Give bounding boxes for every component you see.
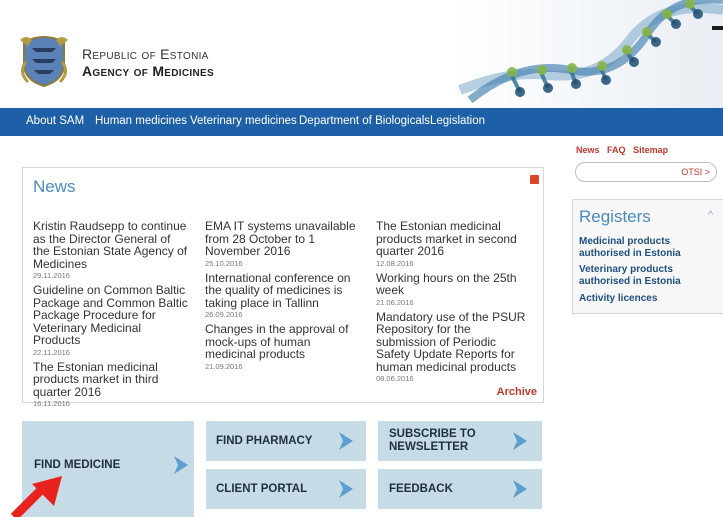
utility-links: News FAQ Sitemap [576,145,673,155]
news-date: 26.09.2016 [205,310,243,319]
find-pharmacy-label: FIND PHARMACY [216,435,313,447]
news-item[interactable]: Changes in the approval of mock-ups of h… [205,323,361,371]
news-item[interactable]: Guideline on Common Baltic Package and C… [33,284,189,357]
site-header: Republic of Estonia Agency of Medicines [0,0,723,108]
news-item[interactable]: Kristin Raudsepp to continue as the Dire… [33,220,189,280]
news-date: 16.11.2016 [33,399,70,408]
find-pharmacy-tile[interactable]: FIND PHARMACY [206,421,366,461]
news-date: 22.11.2016 [33,347,70,357]
chevron-right-icon [339,432,353,450]
register-link-activity-licences[interactable]: Activity licences [579,293,723,305]
feedback-label: FEEDBACK [389,483,453,495]
register-link-veterinary-products[interactable]: Veterinary products authorised in Estoni… [579,264,723,288]
nav-legislation[interactable]: Legislation [430,115,485,127]
news-column-2: EMA IT systems unavailable from 28 Octob… [205,220,361,375]
client-portal-label: CLIENT PORTAL [216,483,308,495]
chevron-right-icon [513,480,527,498]
news-date: 25.10.2016 [205,258,243,268]
coat-of-arms-icon[interactable] [18,32,70,88]
news-headline[interactable]: EMA IT systems unavailable from 28 Octob… [205,220,361,258]
subscribe-newsletter-tile[interactable]: SUBSCRIBE TO NEWSLETTER [378,421,542,461]
main-navigation: About SAM Human medicines Veterinary med… [0,108,723,136]
chevron-up-icon[interactable]: ^ [708,209,713,221]
news-headline[interactable]: Guideline on Common Baltic Package and C… [33,284,189,347]
org-name-line1: Republic of Estonia [82,46,209,62]
nav-human-medicines[interactable]: Human medicines [95,115,187,127]
news-item[interactable]: Mandatory use of the PSUR Repository for… [376,310,532,383]
news-date: 29.11.2016 [33,271,70,280]
news-headline[interactable]: Changes in the approval of mock-ups of h… [205,323,361,361]
register-link-medicinal-products[interactable]: Medicinal products authorised in Estonia [579,236,723,260]
registers-title: Registers [579,207,651,226]
client-portal-tile[interactable]: CLIENT PORTAL [206,469,366,509]
nav-about-sam[interactable]: About SAM [26,115,84,127]
link-sitemap[interactable]: Sitemap [633,145,668,155]
chevron-right-icon [174,456,188,474]
registers-panel: Registers ^ Medicinal products authorise… [572,199,723,314]
dna-helix-image [450,0,723,108]
news-item[interactable]: The Estonian medicinal products market i… [33,360,189,408]
news-headline[interactable]: International conference on the quality … [205,271,361,310]
search-input[interactable]: OTSI > [575,162,717,182]
feedback-tile[interactable]: FEEDBACK [378,469,542,509]
org-name-line2: Agency of Medicines [82,63,214,79]
red-pointer-arrow [10,476,62,517]
news-item[interactable]: The Estonian medicinal products market i… [376,220,532,268]
chevron-right-icon [513,432,527,450]
news-headline[interactable]: The Estonian medicinal products market i… [33,360,189,399]
news-headline[interactable]: Kristin Raudsepp to continue as the Dire… [33,220,189,270]
archive-link[interactable]: Archive [497,386,537,398]
link-faq[interactable]: FAQ [607,145,626,155]
news-title: News [33,177,76,196]
news-item[interactable]: EMA IT systems unavailable from 28 Octob… [205,220,361,268]
news-date: 21.06.2016 [376,297,414,307]
news-panel: News Kristin Raudsepp to continue as the… [22,167,544,408]
chevron-right-icon [339,480,353,498]
news-column-3: The Estonian medicinal products market i… [376,220,532,387]
news-date: 21.09.2016 [205,361,243,371]
link-news[interactable]: News [576,145,600,155]
news-column-1: Kristin Raudsepp to continue as the Dire… [33,220,189,412]
news-headline[interactable]: The Estonian medicinal products market i… [376,220,532,258]
search-button[interactable]: OTSI > [681,167,710,177]
nav-veterinary-medicines[interactable]: Veterinary medicines [190,115,297,127]
news-date: 08.06.2016 [376,374,414,383]
rss-icon[interactable] [530,175,539,184]
news-headline[interactable]: Working hours on the 25th week [376,271,532,297]
news-item[interactable]: Working hours on the 25th week 21.06.201… [376,271,532,307]
news-headline[interactable]: Mandatory use of the PSUR Repository for… [376,310,532,374]
nav-department-of-biologicals[interactable]: Department of Biologicals [299,115,430,127]
news-date: 12.08.2016 [376,258,414,268]
news-item[interactable]: International conference on the quality … [205,271,361,319]
